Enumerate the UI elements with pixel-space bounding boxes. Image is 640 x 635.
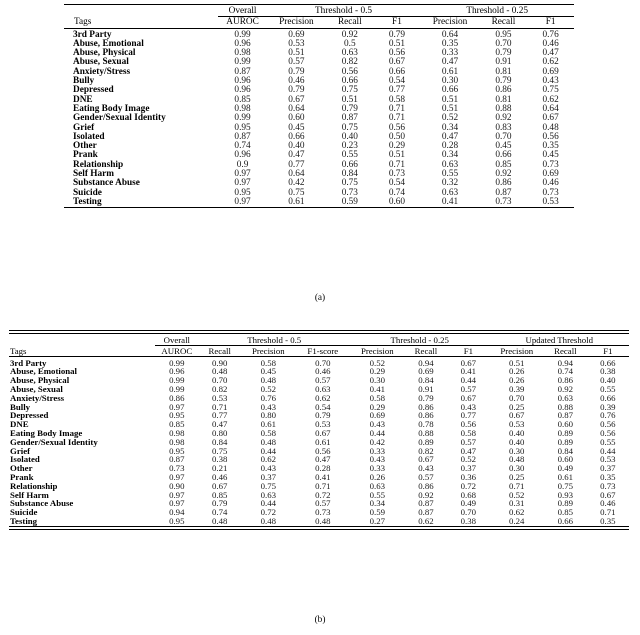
col-recall-upd-b: Recall: [554, 345, 577, 356]
table-b-body: 3rd Party 0.99 0.90 0.58 0.70 0.52 0.94 0.67 0.5…: [9, 358, 629, 527]
col-recall-025-b: Recall: [414, 345, 438, 356]
table-b-container: Overall Threshold - 0.5 Threshold - 0.25…: [9, 330, 629, 532]
row-metric-value: 0.61: [288, 196, 305, 207]
metrics-table-b: Overall Threshold - 0.5 Threshold - 0.25…: [9, 330, 629, 532]
caption-b: (b): [314, 615, 326, 625]
row-metric-value: 0.97: [234, 196, 251, 207]
group-threshold-025-b: Threshold - 0.25: [390, 335, 449, 345]
group-blank: [64, 7, 218, 17]
row-tag-label: Anxiety/Stress: [10, 392, 65, 403]
table-a-container: Overall Threshold - 0.5 Threshold - 0.25…: [64, 4, 574, 211]
col-recall-05: Recall: [337, 17, 362, 28]
row-metric-value: 0.48: [315, 515, 331, 526]
row-metric-value: 0.59: [341, 196, 358, 207]
table-a-bottomrule: [64, 207, 574, 211]
col-f1-05: F1: [392, 17, 402, 28]
row-tag-label: Depressed: [10, 410, 49, 421]
table-b-head: Overall Threshold - 0.5 Threshold - 0.25…: [9, 330, 629, 359]
table-b-bottomrule2: [9, 528, 629, 532]
table-row: Testing 0.97 0.61 0.59 0.60 0.41 0.73 0.53: [64, 196, 574, 208]
row-metric-value: 0.60: [388, 196, 406, 207]
group-overall-b: Overall: [163, 335, 190, 345]
col-f1-025-b: F1: [463, 345, 473, 356]
col-tags-b: Tags: [10, 345, 27, 356]
group-threshold-05: Threshold - 0.5: [315, 6, 373, 16]
row-metric-value: 0.41: [441, 196, 459, 207]
row-metric-value: 0.62: [418, 515, 434, 526]
table-a-head: Overall Threshold - 0.5 Threshold - 0.25…: [64, 4, 574, 31]
table-b-group-row: Overall Threshold - 0.5 Threshold - 0.25…: [9, 335, 629, 345]
figure-page: Overall Threshold - 0.5 Threshold - 0.25…: [0, 0, 640, 635]
row-tag-label: Testing: [10, 515, 38, 526]
group-threshold-025: Threshold - 0.25: [466, 6, 529, 16]
col-precision-upd-b: Precision: [500, 345, 534, 356]
row-metric-value: 0.48: [212, 515, 228, 526]
row-metric-value: 0.95: [169, 515, 185, 526]
row-metric-value: 0.48: [260, 515, 277, 526]
row-metric-value: 0.38: [460, 515, 477, 526]
row-tag-label: Gender/Sexual Identity: [10, 436, 98, 447]
col-precision-05: Precision: [279, 17, 314, 28]
row-metric-value: 0.73: [495, 196, 512, 207]
col-auroc-b: AUROC: [161, 345, 193, 356]
row-metric-value: 0.27: [369, 515, 386, 526]
col-precision-025: Precision: [432, 17, 468, 28]
group-updated-threshold-b: Updated Threshold: [525, 335, 593, 345]
row-metric-value: 0.53: [542, 196, 559, 207]
caption-a: (a): [314, 293, 326, 303]
metrics-table-a: Overall Threshold - 0.5 Threshold - 0.25…: [64, 4, 574, 211]
col-tags: Tags: [74, 17, 92, 28]
col-auroc: AUROC: [226, 17, 259, 28]
table-a-group-row: Overall Threshold - 0.5 Threshold - 0.25: [64, 6, 574, 17]
table-row: Testing 0.95 0.48 0.48 0.48 0.27 0.62 0.38 0.24 0…: [9, 515, 629, 526]
col-recall-025: Recall: [491, 17, 516, 28]
table-b-foot: [9, 525, 629, 532]
col-f1-025: F1: [545, 17, 556, 28]
group-blank-b: [9, 336, 155, 345]
col-f1-upd-b: F1: [603, 345, 613, 356]
table-a-column-row: Tags AUROC Precision Recall F1 Precision…: [64, 18, 574, 28]
col-recall-05-b: Recall: [208, 345, 231, 356]
table-a-foot: [64, 207, 574, 211]
row-metric-value: 0.35: [600, 515, 616, 526]
col-precision-025-b: Precision: [360, 345, 394, 356]
row-tag-label: Testing: [73, 196, 102, 207]
col-precision-05-b: Precision: [251, 345, 285, 356]
group-threshold-05-b: Threshold - 0.5: [247, 335, 302, 345]
row-metric-value: 0.66: [557, 515, 574, 526]
group-overall: Overall: [228, 6, 257, 16]
table-b-column-row: Tags AUROC Recall Precision F1-score Pre…: [9, 345, 629, 356]
col-f1score-05-b: F1-score: [307, 345, 339, 356]
row-metric-value: 0.24: [509, 515, 525, 526]
table-a-body: 3rd Party 0.99 0.69 0.92 0.79 0.64 0.95 0.76 Abu…: [64, 30, 574, 208]
